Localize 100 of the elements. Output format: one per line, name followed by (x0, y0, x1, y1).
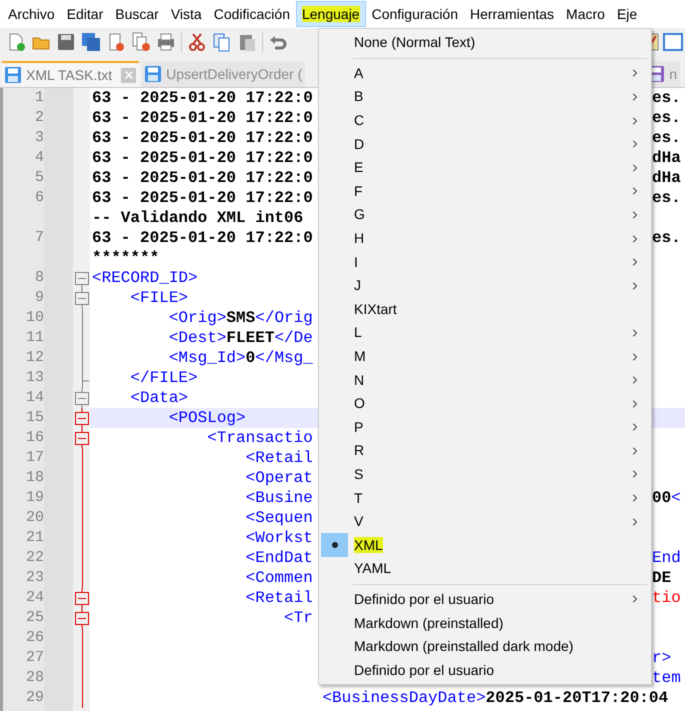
code-text: <Commen (244, 569, 313, 587)
menu-option[interactable]: O (319, 392, 651, 416)
line-number: 22 (26, 548, 44, 568)
line-number: 3 (34, 128, 44, 148)
menu-item[interactable]: Lenguaje (296, 1, 366, 27)
menu-option[interactable]: XML (319, 533, 651, 558)
menu-item[interactable]: Archivo (2, 1, 61, 27)
menu-item[interactable]: Editar (60, 1, 110, 27)
code-text: es. (652, 228, 681, 248)
line-number: 14 (26, 388, 44, 408)
code-text: <Orig>SMS</Orig (168, 309, 313, 327)
close-all-icon[interactable] (131, 32, 151, 52)
menu-option[interactable]: Markdown (preinstalled dark mode) (319, 634, 651, 658)
menu-option[interactable]: D (319, 132, 651, 156)
menu-option[interactable]: None (Normal Text) (319, 31, 651, 55)
code-text: <Operat (244, 469, 313, 487)
line-number: 5 (34, 168, 44, 188)
line-number: 29 (26, 688, 44, 708)
code-text: es. (652, 88, 681, 108)
line-number: 11 (26, 328, 44, 348)
fold-toggle[interactable] (73, 388, 90, 408)
scissors-icon[interactable] (187, 32, 207, 52)
code-text: <Transactio (206, 429, 313, 447)
copy-icon[interactable] (212, 32, 232, 52)
code-text: <RECORD_ID> (92, 269, 198, 287)
code-text: <Busine (244, 489, 313, 507)
menu-item[interactable]: Codificación (208, 1, 296, 27)
menu-item[interactable]: Eje (610, 1, 644, 27)
menu-option[interactable]: N (319, 368, 651, 392)
menu-option[interactable]: Definido por el usuario (319, 588, 651, 612)
menu-option[interactable]: P (319, 416, 651, 440)
menu-item[interactable]: Buscar (109, 1, 165, 27)
line-number: 8 (34, 268, 44, 288)
menu-option[interactable]: V (319, 510, 651, 534)
line-number: 21 (26, 528, 44, 548)
menu-option[interactable]: T (319, 486, 651, 510)
code-text: dHa (652, 168, 681, 188)
save-icon[interactable] (56, 32, 76, 52)
code-text: 63 - 2025-01-20 17:22:0 (92, 149, 313, 167)
line-number: 15 (26, 408, 44, 428)
save-all-icon[interactable] (81, 32, 101, 52)
line-number: 16 (26, 428, 44, 448)
code-text: End (652, 548, 681, 568)
code-text: 63 - 2025-01-20 17:22:0 (92, 129, 313, 147)
paste-icon[interactable] (237, 32, 257, 52)
line-number: 26 (26, 628, 44, 648)
line-number: 6 (34, 188, 44, 208)
menu-option[interactable]: S (319, 462, 651, 486)
menu-option[interactable]: L (319, 321, 651, 345)
menu-option[interactable]: G (319, 203, 651, 227)
line-number: 9 (34, 288, 44, 308)
menu-option[interactable]: E (319, 156, 651, 180)
menu-option[interactable]: R (319, 439, 651, 463)
code-text: <Retail (244, 449, 313, 467)
menu-option[interactable]: Markdown (preinstalled) (319, 611, 651, 635)
fold-toggle[interactable] (73, 588, 90, 608)
menu-item[interactable]: Herramientas (464, 1, 560, 27)
file-tab[interactable]: XML TASK.txt (2, 61, 140, 87)
code-text: es. (652, 108, 681, 128)
line-number: 27 (26, 648, 44, 668)
menu-option[interactable]: C (319, 108, 651, 132)
line-number: 12 (26, 348, 44, 368)
menu-option[interactable]: J (319, 274, 651, 298)
line-number: 10 (26, 308, 44, 328)
line-number: 1 (34, 88, 44, 108)
menu-item[interactable]: Configuración (366, 1, 464, 27)
menu-option[interactable]: M (319, 344, 651, 368)
menu-option[interactable]: H (319, 226, 651, 250)
code-text: 63 - 2025-01-20 17:22:0 (92, 229, 313, 247)
code-text: <BusinessDayDate>2025-01-20T17:20:04 (321, 689, 668, 707)
menu-option[interactable]: KIXtart (319, 298, 651, 322)
code-text: 00< (652, 488, 681, 508)
menu-option[interactable]: YAML (319, 557, 651, 581)
line-number: 13 (26, 368, 44, 388)
code-text: <Workst (244, 529, 313, 547)
menu-item[interactable]: Vista (164, 1, 208, 27)
menu-option[interactable]: F (319, 180, 651, 204)
bullet-icon (332, 542, 338, 548)
line-number: 24 (26, 588, 44, 608)
fold-toggle[interactable] (73, 288, 90, 308)
line-number: 19 (26, 488, 44, 508)
menu-option[interactable]: B (319, 85, 651, 109)
window-icon[interactable] (663, 32, 683, 52)
code-text: 63 - 2025-01-20 17:22:0 (92, 169, 313, 187)
code-text: <Data> (129, 389, 188, 407)
printer-icon[interactable] (156, 32, 176, 52)
code-text: DE (652, 568, 672, 588)
code-text: </FILE> (129, 369, 198, 387)
line-number: 18 (26, 468, 44, 488)
code-text: <POSLog> (168, 409, 246, 427)
fold-toggle[interactable] (73, 408, 90, 428)
menu-item[interactable]: Macro (560, 1, 611, 27)
fold-toggle[interactable] (73, 428, 90, 448)
line-number: 2 (34, 108, 44, 128)
menu-option[interactable]: Definido por el usuario (319, 658, 651, 682)
fold-toggle[interactable] (73, 608, 90, 628)
menu-option[interactable]: I (319, 250, 651, 274)
code-text: <EndDat (244, 549, 313, 567)
line-number: 17 (26, 448, 44, 468)
code-text: 63 - 2025-01-20 17:22:0 (92, 89, 313, 107)
